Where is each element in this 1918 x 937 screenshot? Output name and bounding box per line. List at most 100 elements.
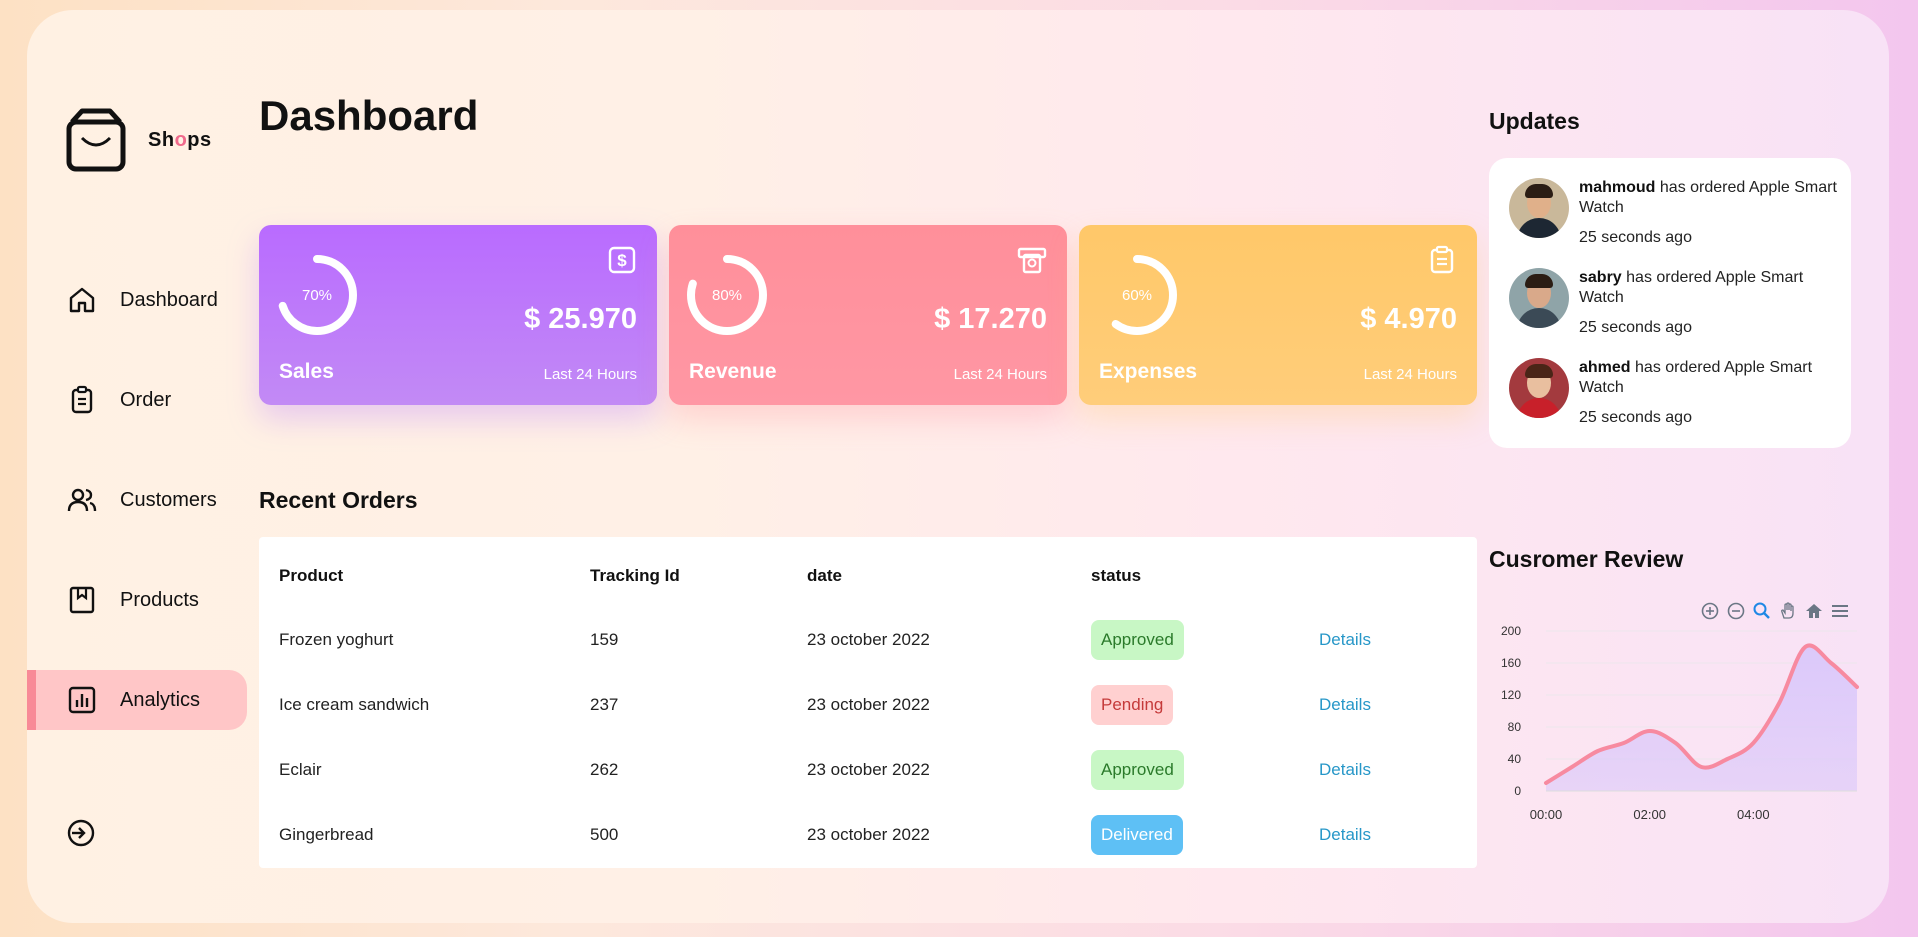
date-cell: 23 october 2022	[807, 629, 930, 649]
status-cell: Approved	[1091, 607, 1319, 672]
x-tick-label: 04:00	[1737, 807, 1770, 822]
action-cell: Details	[1319, 607, 1477, 672]
y-tick-label: 0	[1514, 784, 1521, 798]
table-row[interactable]: Ice cream sandwich 237 23 october 2022 P…	[259, 672, 1477, 737]
product-cell: Eclair	[279, 759, 322, 779]
avatar	[1509, 358, 1569, 418]
progress-label: 70%	[301, 286, 333, 304]
details-link[interactable]: Details	[1319, 825, 1371, 844]
review-chart: 0 40 80 120 160 200 00:00 02:00 04:00	[1501, 624, 1859, 822]
product-cell: Frozen yoghurt	[279, 629, 394, 649]
shopping-bag-icon	[66, 108, 126, 172]
sidebar-item-dashboard[interactable]: Dashboard	[27, 270, 247, 330]
update-text: mahmoud has ordered Apple Smart Watch 25 …	[1579, 178, 1844, 248]
card-subtitle: Last 24 Hours	[543, 366, 637, 383]
update-text: sabry has ordered Apple Smart Watch 25 se…	[1579, 268, 1844, 338]
revenue-card[interactable]: 80% $ 17.270 Revenue Last 24 Hours	[669, 225, 1067, 405]
status-badge: Approved	[1091, 619, 1184, 660]
date-cell: 23 october 2022	[807, 824, 930, 844]
tracking-cell: 500	[590, 824, 619, 844]
x-tick-label: 00:00	[1530, 807, 1563, 822]
table-header-row: Product Tracking Id date status	[259, 537, 1477, 607]
logo[interactable]: Shops	[66, 108, 212, 172]
clipboard-icon	[71, 385, 93, 414]
card-name: Expenses	[1099, 360, 1198, 383]
tracking-cell: 237	[590, 694, 619, 714]
home-icon	[69, 287, 95, 313]
details-link[interactable]: Details	[1319, 760, 1371, 779]
column-header: Product	[279, 566, 344, 585]
sidebar-item-products[interactable]: Products	[27, 570, 247, 630]
expenses-card[interactable]: 60% $ 4.970 Expenses Last 24 Hours	[1079, 225, 1477, 405]
update-item[interactable]: mahmoud has ordered Apple Smart Watch 25 …	[1509, 178, 1844, 248]
y-tick-label: 40	[1508, 752, 1522, 766]
status-badge: Pending	[1091, 684, 1174, 725]
status-cell: Delivered	[1091, 802, 1319, 867]
logo-text: Shops	[148, 128, 212, 151]
update-user: mahmoud	[1579, 179, 1656, 196]
action-cell: Details	[1319, 737, 1477, 802]
x-tick-label: 02:00	[1633, 807, 1666, 822]
users-icon	[67, 488, 97, 512]
card-subtitle: Last 24 Hours	[953, 366, 1047, 383]
bar-chart-icon	[68, 686, 96, 714]
table-row[interactable]: Gingerbread 500 23 october 2022 Delivere…	[259, 802, 1477, 867]
logout-icon[interactable]	[66, 818, 96, 848]
details-link[interactable]: Details	[1319, 630, 1371, 649]
card-value: $ 25.970	[524, 303, 637, 335]
y-tick-label: 160	[1501, 656, 1521, 670]
table-row[interactable]: Frozen yoghurt 159 23 october 2022 Appro…	[259, 607, 1477, 672]
tracking-cell: 262	[590, 759, 619, 779]
clipboard-icon	[1430, 245, 1454, 274]
update-time: 25 seconds ago	[1579, 229, 1692, 246]
column-header-empty	[1319, 537, 1477, 607]
action-cell: Details	[1319, 672, 1477, 737]
dollar-icon: $	[608, 246, 636, 274]
sidebar-item-label: Customers	[120, 488, 217, 511]
y-tick-label: 120	[1501, 688, 1521, 702]
column-header: Tracking Id	[590, 566, 680, 585]
card-subtitle: Last 24 Hours	[1363, 366, 1457, 383]
sidebar-item-label: Order	[120, 388, 172, 411]
update-time: 25 seconds ago	[1579, 409, 1692, 426]
sidebar-item-order[interactable]: Order	[27, 370, 247, 430]
date-cell: 23 october 2022	[807, 759, 930, 779]
sidebar-item-label: Dashboard	[120, 288, 218, 311]
progress-label: 80%	[711, 286, 743, 304]
update-time: 25 seconds ago	[1579, 319, 1692, 336]
cash-icon	[1017, 247, 1047, 274]
card-value: $ 17.270	[934, 303, 1047, 335]
date-cell: 23 october 2022	[807, 694, 930, 714]
tracking-cell: 159	[590, 629, 619, 649]
y-tick-label: 200	[1501, 624, 1521, 638]
sidebar-item-label: Analytics	[120, 688, 201, 711]
details-link[interactable]: Details	[1319, 695, 1371, 714]
product-cell: Gingerbread	[279, 824, 374, 844]
update-user: sabry	[1579, 269, 1622, 286]
table-row[interactable]: Eclair 262 23 october 2022 Approved Deta…	[259, 737, 1477, 802]
card-value: $ 4.970	[1360, 303, 1457, 335]
product-cell: Ice cream sandwich	[279, 694, 430, 714]
box-icon	[69, 586, 95, 614]
updates-title: Updates	[1489, 108, 1580, 134]
card-name: Revenue	[689, 360, 777, 383]
status-badge: Approved	[1091, 749, 1184, 790]
review-title: Cusromer Review	[1489, 546, 1684, 572]
recent-orders-title: Recent Orders	[259, 487, 418, 513]
area-fill	[1546, 645, 1857, 791]
sidebar-item-customers[interactable]: Customers	[27, 470, 247, 530]
update-user: ahmed	[1579, 359, 1631, 376]
update-item[interactable]: ahmed has ordered Apple Smart Watch 25 se…	[1509, 358, 1844, 428]
update-item[interactable]: sabry has ordered Apple Smart Watch 25 se…	[1509, 268, 1844, 338]
page-title: Dashboard	[259, 92, 479, 139]
avatar	[1509, 178, 1569, 238]
card-name: Sales	[279, 360, 334, 383]
avatar	[1509, 268, 1569, 328]
column-header: status	[1091, 566, 1142, 585]
status-badge: Delivered	[1091, 814, 1183, 855]
status-cell: Approved	[1091, 737, 1319, 802]
update-text: ahmed has ordered Apple Smart Watch 25 se…	[1579, 358, 1844, 428]
progress-label: 60%	[1121, 286, 1153, 304]
sidebar-item-analytics[interactable]: Analytics	[27, 670, 247, 730]
sales-card[interactable]: 70% $ $ 25.970 Sales Last 24 Hours	[259, 225, 657, 405]
